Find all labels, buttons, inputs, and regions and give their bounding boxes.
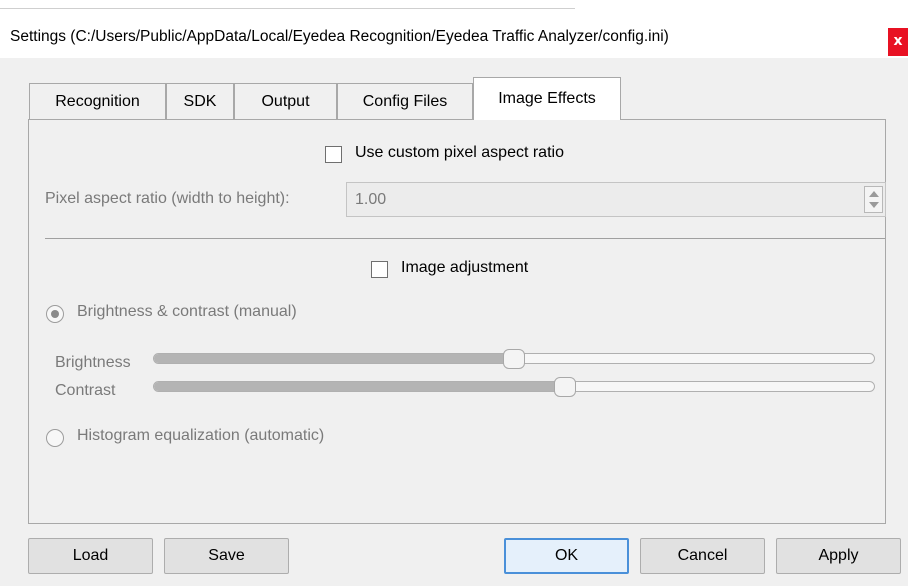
tab-config-files[interactable]: Config Files bbox=[337, 83, 473, 119]
pixel-ratio-spinbox[interactable]: 1.00 bbox=[346, 182, 886, 217]
manual-radio[interactable] bbox=[46, 305, 64, 323]
arrow-down-icon[interactable] bbox=[869, 202, 879, 208]
dialog-client-area: Recognition SDK Output Config Files Imag… bbox=[0, 58, 908, 586]
window-title: Settings (C:/Users/Public/AppData/Local/… bbox=[10, 28, 669, 45]
custom-ratio-checkbox[interactable] bbox=[325, 146, 342, 163]
image-effects-panel: Use custom pixel aspect ratio Pixel aspe… bbox=[28, 119, 886, 524]
contrast-handle[interactable] bbox=[553, 377, 576, 397]
contrast-slider[interactable] bbox=[153, 381, 875, 392]
spin-arrows[interactable] bbox=[864, 186, 883, 213]
brightness-handle[interactable] bbox=[503, 349, 525, 369]
tab-recognition[interactable]: Recognition bbox=[29, 83, 166, 119]
pixel-ratio-label: Pixel aspect ratio (width to height): bbox=[45, 190, 290, 207]
close-icon: x bbox=[893, 33, 903, 49]
contrast-label: Contrast bbox=[55, 382, 116, 399]
close-button[interactable]: x bbox=[888, 28, 908, 56]
apply-button[interactable]: Apply bbox=[776, 538, 901, 574]
top-border-line bbox=[0, 8, 575, 9]
tab-image-effects[interactable]: Image Effects bbox=[473, 77, 621, 120]
tab-output[interactable]: Output bbox=[234, 83, 337, 119]
brightness-fill bbox=[154, 354, 515, 363]
image-adjustment-checkbox[interactable] bbox=[371, 261, 388, 278]
contrast-fill bbox=[154, 382, 566, 391]
tab-label: Config Files bbox=[362, 93, 448, 110]
save-button[interactable]: Save bbox=[164, 538, 289, 574]
auto-radio-label: Histogram equalization (automatic) bbox=[77, 427, 325, 444]
tab-sdk[interactable]: SDK bbox=[166, 83, 234, 119]
auto-radio[interactable] bbox=[46, 429, 64, 447]
separator-line bbox=[45, 238, 885, 239]
radio-selected-dot bbox=[51, 310, 59, 318]
pixel-ratio-value: 1.00 bbox=[355, 191, 387, 208]
custom-ratio-label: Use custom pixel aspect ratio bbox=[355, 144, 564, 161]
manual-radio-label: Brightness & contrast (manual) bbox=[77, 303, 297, 320]
tab-label: Recognition bbox=[55, 93, 140, 110]
cancel-button[interactable]: Cancel bbox=[640, 538, 765, 574]
image-adjustment-label: Image adjustment bbox=[401, 259, 529, 276]
tab-label: Output bbox=[261, 93, 310, 110]
load-button[interactable]: Load bbox=[28, 538, 153, 574]
ok-button[interactable]: OK bbox=[504, 538, 629, 574]
arrow-up-icon[interactable] bbox=[869, 191, 879, 197]
tab-label: SDK bbox=[183, 93, 217, 110]
brightness-label: Brightness bbox=[55, 354, 131, 371]
tab-label: Image Effects bbox=[498, 90, 596, 107]
